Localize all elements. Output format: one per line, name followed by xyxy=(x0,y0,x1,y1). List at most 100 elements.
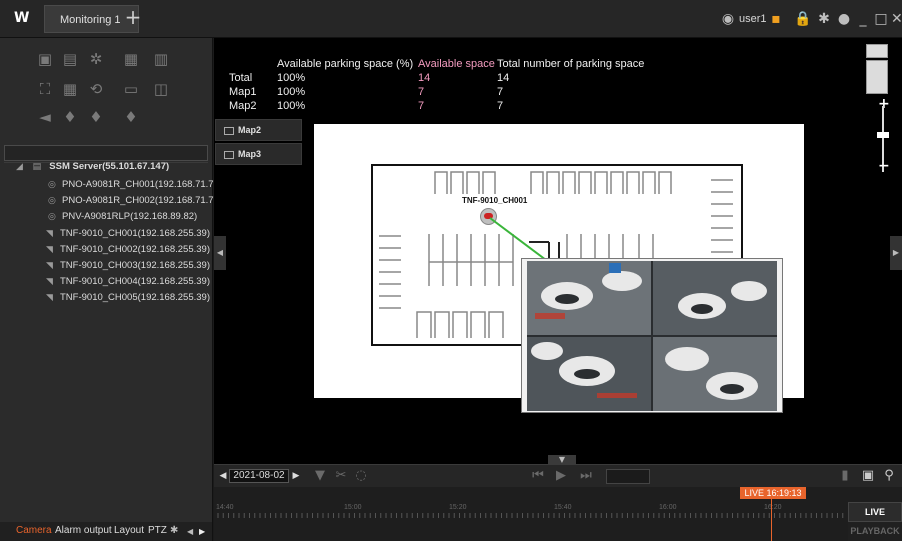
tick-label: 15:20 xyxy=(449,504,467,511)
date-prev-icon[interactable]: ◀ xyxy=(217,468,229,484)
ptz-direction-pad[interactable] xyxy=(866,60,888,94)
camera-dome-icon: ◎ xyxy=(48,212,56,222)
close-icon[interactable]: ✕ xyxy=(891,10,902,28)
bottom-tabs: Camera Alarm output Layout PTZ ✱ ◀ ▶ xyxy=(0,522,212,541)
stats-row-pct: 100% xyxy=(277,100,306,112)
skip-forward-icon[interactable]: ⏭ xyxy=(578,468,594,484)
camera-bullet-icon: ◥ xyxy=(46,245,53,255)
tab-label: Monitoring 1 xyxy=(60,14,121,26)
minimize-icon[interactable]: _ xyxy=(856,10,870,28)
chevron-right-icon[interactable]: ▶ xyxy=(199,527,205,536)
fullscreen-icon[interactable]: ⛶ xyxy=(35,80,55,98)
alarm-bars-icon[interactable]: ▪ xyxy=(768,10,784,28)
tree-server-row[interactable]: ◢ ▤ SSM Server(55.101.67.147) xyxy=(16,159,169,175)
stats-row-pct: 100% xyxy=(277,72,306,84)
tick-label: 16:00 xyxy=(659,504,677,511)
window-info-icon[interactable]: ◫ xyxy=(151,80,171,98)
tab-camera[interactable]: Camera xyxy=(16,525,52,536)
bookmark-icon[interactable]: ▮ xyxy=(838,468,852,484)
playback-button[interactable]: PLAYBACK xyxy=(848,522,902,541)
speaker-icon[interactable]: ◄ xyxy=(35,108,55,126)
stats-row-total: 14 xyxy=(497,72,510,84)
camera-bullet-icon: ◥ xyxy=(46,293,53,303)
snapshot-icon[interactable]: ▣ xyxy=(35,50,55,68)
camera-bullet-icon: ◥ xyxy=(46,261,53,271)
device-label: TNF-9010_CH003(192.168.255.39) xyxy=(60,260,210,271)
map-icon xyxy=(224,126,234,135)
stats-row-available: 7 xyxy=(418,100,425,112)
camera-dome-icon: ◎ xyxy=(48,180,56,190)
server-label: SSM Server(55.101.67.147) xyxy=(49,161,170,172)
add-tab-button[interactable]: + xyxy=(123,6,143,30)
user-name[interactable]: user1 xyxy=(739,13,767,25)
date-field[interactable]: 2021-08-02 xyxy=(229,469,289,483)
gear-icon[interactable]: ✱ xyxy=(170,525,178,536)
tick-label: 15:40 xyxy=(554,504,572,511)
chevron-left-icon[interactable]: ◀ xyxy=(187,527,193,536)
sequence-icon[interactable]: ⟲ xyxy=(86,80,106,98)
print-icon[interactable]: ▤ xyxy=(60,50,80,68)
tree-device-row[interactable]: ◎ PNO-A9081R_CH002(192.168.71.71 xyxy=(48,193,219,209)
microphone-mute-icon[interactable]: ♦ xyxy=(86,108,106,126)
grid-layout-icon[interactable]: ▦ xyxy=(60,80,80,98)
app-logo: W xyxy=(14,10,30,26)
tab-layout[interactable]: Layout xyxy=(114,525,144,536)
zoom-search-icon[interactable]: ⚲ xyxy=(881,468,897,484)
tree-device-row[interactable]: ◎ PNO-A9081R_CH001(192.168.71.71 xyxy=(48,177,219,193)
play-icon[interactable]: ▶ xyxy=(553,468,569,484)
sync-icon[interactable]: ▣ xyxy=(860,468,876,484)
device-label: TNF-9010_CH002(192.168.255.39) xyxy=(60,244,210,255)
device-label: TNF-9010_CH004(192.168.255.39) xyxy=(60,276,210,287)
lock-icon[interactable]: 🔒 xyxy=(794,10,811,28)
date-next-icon[interactable]: ▶ xyxy=(290,468,302,484)
stats-row-pct: 100% xyxy=(277,86,306,98)
tick-label: 15:00 xyxy=(344,504,362,511)
camera-bullet-icon: ◥ xyxy=(46,277,53,287)
user-icon[interactable]: ◉ xyxy=(720,10,736,28)
collapse-left-icon[interactable]: ◀ xyxy=(214,236,226,270)
map-button-map2[interactable]: Map2 xyxy=(215,119,302,141)
search-icon[interactable]: ◌ xyxy=(354,468,368,484)
report-icon[interactable]: ▥ xyxy=(151,50,171,68)
ptz-toggle-button[interactable] xyxy=(866,44,888,58)
stats-row-label: Map2 xyxy=(229,100,257,112)
camera-video-feed[interactable] xyxy=(527,261,777,411)
live-button[interactable]: LIVE xyxy=(848,502,902,522)
tree-device-row[interactable]: ◥ TNF-9010_CH003(192.168.255.39) xyxy=(46,258,210,274)
tab-ptz[interactable]: PTZ xyxy=(148,525,167,536)
info-icon[interactable]: ● xyxy=(836,10,852,28)
map-label: Map3 xyxy=(238,149,262,159)
microphone-icon[interactable]: ♦ xyxy=(60,108,80,126)
tree-device-row[interactable]: ◥ TNF-9010_CH002(192.168.255.39) xyxy=(46,242,210,258)
broadcast-icon[interactable]: ♦ xyxy=(121,108,141,126)
stats-row-label: Total xyxy=(229,72,253,84)
tree-device-row[interactable]: ◥ TNF-9010_CH001(192.168.255.39) xyxy=(46,226,210,242)
monitor-icon[interactable]: ▭ xyxy=(121,80,141,98)
alarm-icon[interactable]: ✲ xyxy=(86,50,106,68)
tree-device-row[interactable]: ◎ PNV-A9081RLP(192.168.89.82) xyxy=(48,209,197,225)
collapse-triangle-icon[interactable]: ◢ xyxy=(16,159,30,175)
map-button-map3[interactable]: Map3 xyxy=(215,143,302,165)
tree-device-row[interactable]: ◥ TNF-9010_CH005(192.168.255.39) xyxy=(46,290,210,306)
map-label: Map2 xyxy=(238,125,262,135)
time-input[interactable] xyxy=(606,469,650,484)
zoom-slider-handle[interactable] xyxy=(877,132,889,138)
tab-alarm-output[interactable]: Alarm output xyxy=(55,525,112,536)
camera-bullet-icon: ◥ xyxy=(46,229,53,239)
expand-right-icon[interactable]: ▶ xyxy=(890,236,902,270)
tick-label: 16:20 xyxy=(764,504,782,511)
gear-icon[interactable]: ✱ xyxy=(816,10,832,28)
live-position-marker xyxy=(771,498,772,541)
device-label: TNF-9010_CH001(192.168.255.39) xyxy=(60,228,210,239)
event-list-icon[interactable]: ▦ xyxy=(121,50,141,68)
maximize-icon[interactable]: □ xyxy=(874,10,888,28)
stats-header-pct: Available parking space (%) xyxy=(277,58,414,70)
tree-device-row[interactable]: ◥ TNF-9010_CH004(192.168.255.39) xyxy=(46,274,210,290)
map-icon xyxy=(224,150,234,159)
stats-row-available: 14 xyxy=(418,72,431,84)
skip-back-icon[interactable]: ⏮ xyxy=(530,468,546,484)
zoom-out-icon[interactable]: − xyxy=(878,158,890,174)
filter-icon[interactable]: ▼ xyxy=(313,468,327,484)
export-icon[interactable]: ✂ xyxy=(334,468,348,484)
stats-header-total: Total number of parking space xyxy=(497,58,645,70)
